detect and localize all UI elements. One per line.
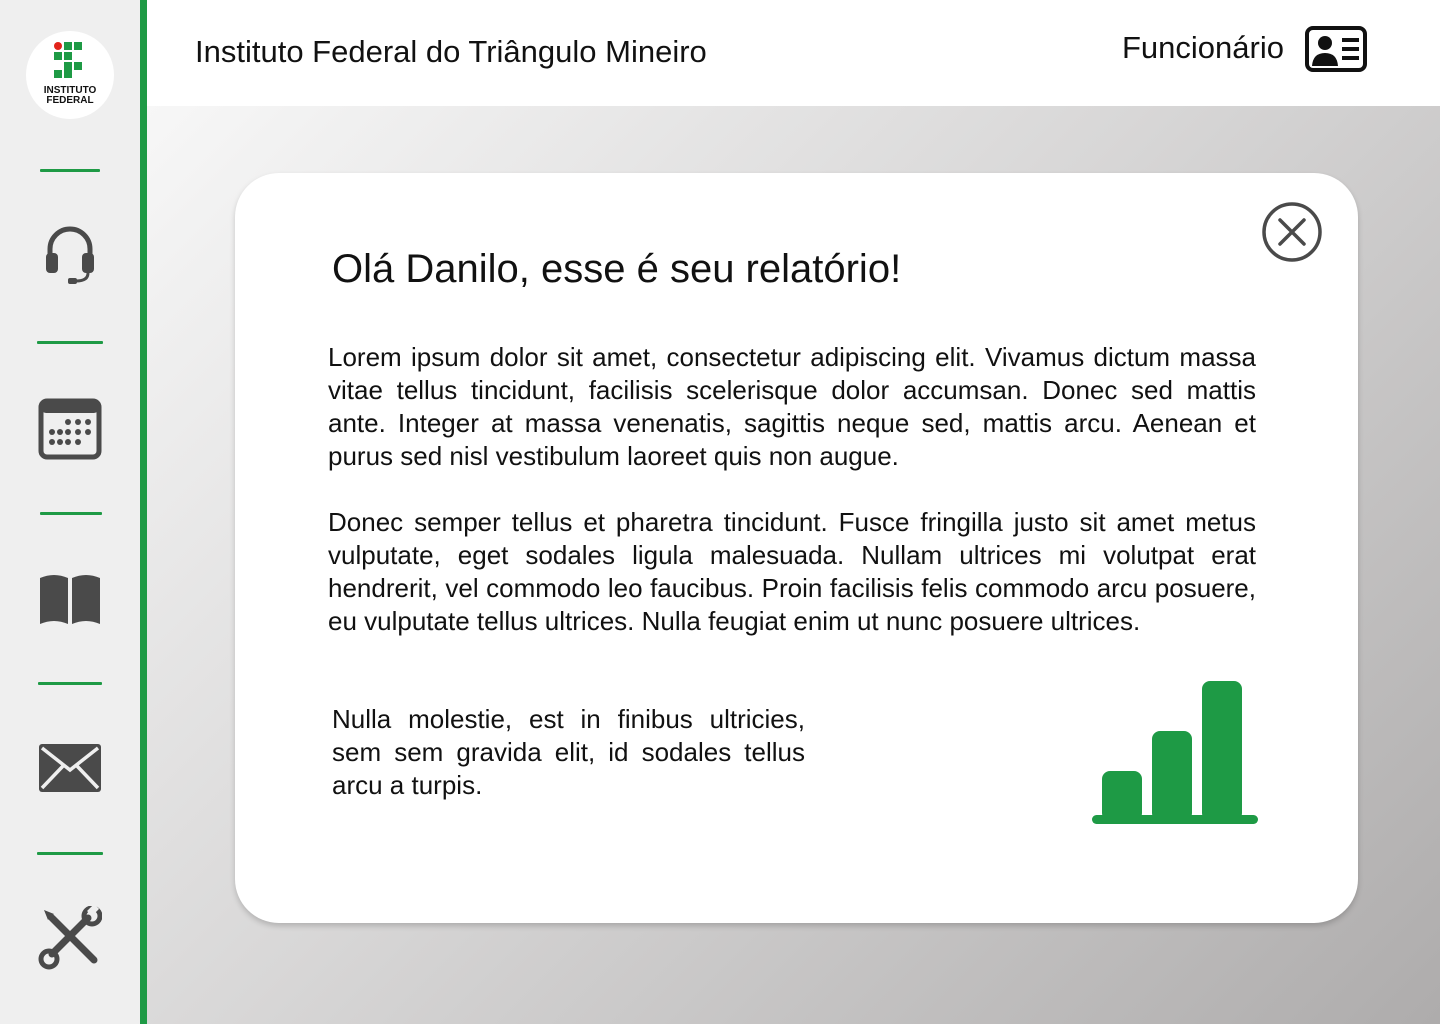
report-modal: Olá Danilo, esse é seu relatório! Lorem …: [235, 173, 1358, 923]
sidebar-divider: [37, 852, 103, 855]
report-paragraph-2: Donec semper tellus et pharetra tincidun…: [328, 507, 1256, 636]
sidebar-item-support[interactable]: [35, 220, 105, 290]
user-role-label[interactable]: Funcionário: [1122, 30, 1284, 66]
tools-icon: [38, 906, 102, 970]
logo-mark-icon: [54, 42, 82, 78]
book-icon: [40, 575, 100, 624]
sidebar-item-settings[interactable]: [35, 903, 105, 973]
main-content: Olá Danilo, esse é seu relatório! Lorem …: [147, 106, 1440, 1024]
logo-text-line2: FEDERAL: [46, 95, 94, 106]
close-icon[interactable]: [1261, 201, 1323, 263]
mail-icon: [39, 744, 101, 792]
top-header: Instituto Federal do Triângulo Mineiro F…: [147, 0, 1440, 106]
sidebar-divider: [40, 512, 102, 515]
sidebar-divider: [37, 341, 103, 344]
id-card-icon[interactable]: [1305, 26, 1367, 72]
report-title: Olá Danilo, esse é seu relatório!: [332, 247, 902, 291]
sidebar-item-messages[interactable]: [35, 733, 105, 803]
sidebar: INSTITUTO FEDERAL: [0, 0, 140, 1024]
report-paragraph-1: Lorem ipsum dolor sit amet, consectetur …: [328, 342, 1256, 471]
sidebar-divider: [38, 682, 102, 685]
bar-chart-icon: [1092, 681, 1258, 824]
headset-icon: [46, 226, 94, 284]
calendar-icon: [38, 398, 102, 460]
site-title: Instituto Federal do Triângulo Mineiro: [195, 34, 707, 69]
sidebar-accent-border: [140, 0, 147, 1024]
report-paragraph-3: Nulla molestie, est in finibus ultricies…: [332, 704, 805, 800]
sidebar-divider: [40, 169, 100, 172]
sidebar-item-calendar[interactable]: [35, 393, 105, 463]
instituto-federal-logo[interactable]: INSTITUTO FEDERAL: [26, 31, 114, 119]
sidebar-item-library[interactable]: [35, 563, 105, 633]
